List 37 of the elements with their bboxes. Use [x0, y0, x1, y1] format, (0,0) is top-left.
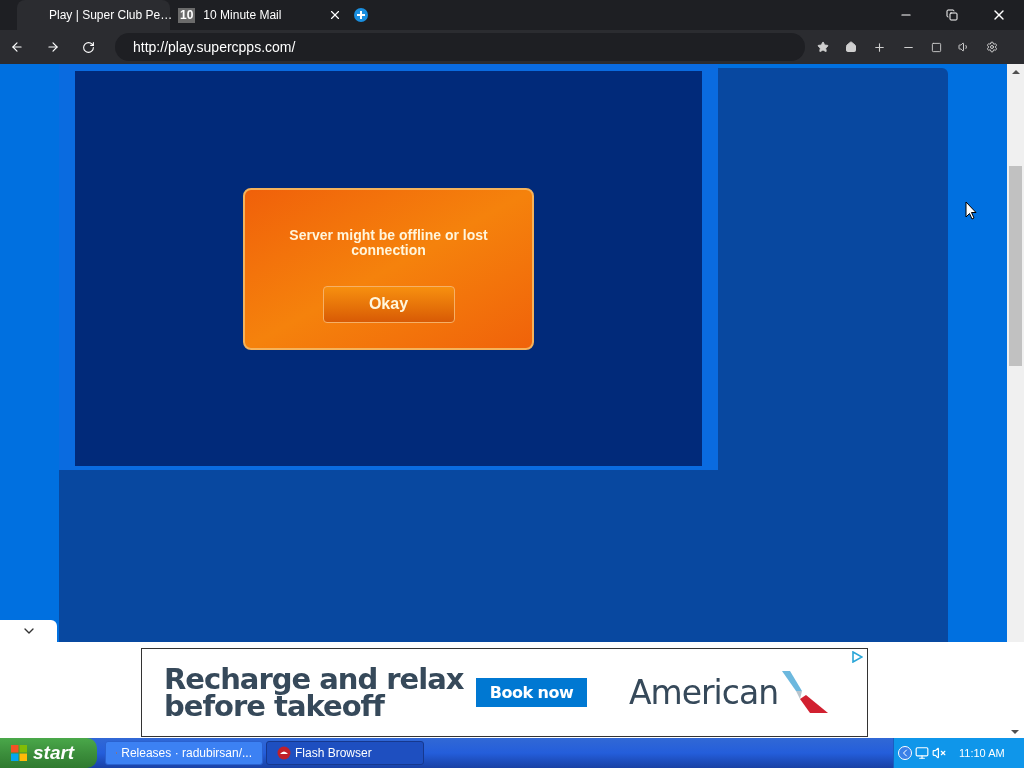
book-now-button[interactable]: Book now	[476, 678, 587, 707]
speaker-icon[interactable]	[958, 41, 970, 53]
brand-name: American	[629, 671, 779, 714]
clock: 11:10 AM	[959, 745, 1005, 761]
reload-icon[interactable]	[82, 40, 95, 54]
chevron-left-icon[interactable]	[898, 746, 912, 760]
tab-favicon: 10	[178, 7, 196, 23]
forward-icon[interactable]	[46, 40, 60, 54]
settings-icon[interactable]	[986, 41, 998, 53]
mouse-cursor-icon	[965, 201, 977, 220]
scrollbar[interactable]	[1007, 64, 1024, 642]
new-tab-icon[interactable]	[354, 8, 368, 22]
close-icon[interactable]	[328, 8, 342, 22]
collapse-button[interactable]	[0, 620, 57, 642]
taskbar-button[interactable]: Flash Browser	[266, 741, 424, 765]
ad-headline: Recharge and relax before takeoff	[164, 665, 464, 720]
windows-logo-icon	[10, 744, 28, 762]
muted-speaker-icon[interactable]	[932, 746, 946, 760]
home-icon[interactable]	[845, 41, 857, 53]
tab-title: Play | Super Club Pe…	[49, 7, 173, 24]
start-button[interactable]: start	[0, 738, 97, 768]
back-icon[interactable]	[10, 40, 24, 54]
fullscreen-icon[interactable]	[931, 41, 942, 53]
network-icon[interactable]	[915, 746, 929, 760]
tab-title: 10 Minute Mail	[203, 7, 283, 24]
restore-icon[interactable]	[946, 9, 958, 21]
browser-tab[interactable]: Play | Super Club Pe…	[17, 0, 170, 30]
star-icon[interactable]	[817, 41, 829, 53]
taskbar-button[interactable]: Releases · radubirsan/...	[105, 741, 263, 765]
scrollbar-thumb[interactable]	[1009, 166, 1022, 366]
zoom-in-icon[interactable]	[873, 40, 886, 54]
scroll-up-icon[interactable]	[1011, 70, 1020, 74]
address-field[interactable]: http://play.supercpps.com/	[115, 33, 805, 61]
ad-choices-icon[interactable]	[851, 651, 863, 663]
scroll-down-icon[interactable]	[1011, 730, 1019, 734]
browser-tab[interactable]: 10 10 Minute Mail	[170, 0, 350, 30]
dialog-message: Server might be offline or lost connection	[288, 227, 489, 258]
